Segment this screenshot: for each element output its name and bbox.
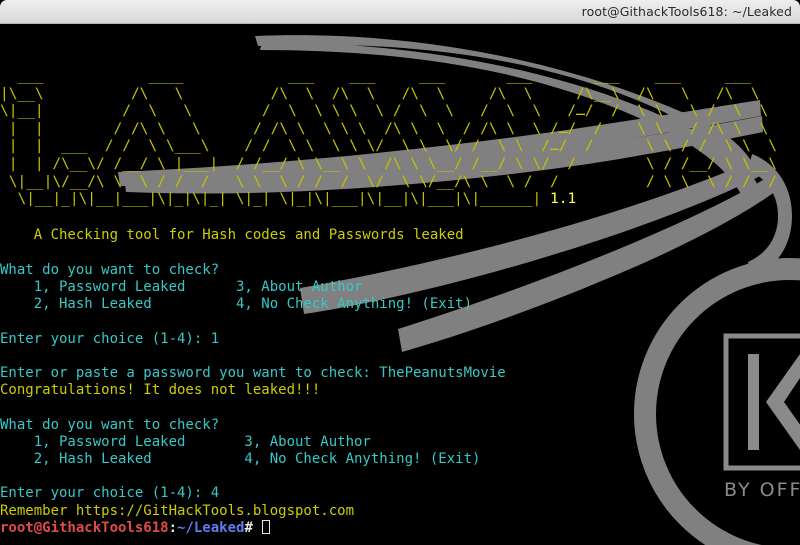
ascii-banner-art: ___ ____ ___ ___ ___ ___ ___ ___ ___ |\_… — [0, 68, 777, 208]
banner-version: 1.1 — [549, 191, 577, 208]
prompt-user-host: root@GithackTools618 — [0, 519, 169, 536]
titlebar[interactable]: root@GithackTools618: ~/Leaked — [0, 0, 800, 24]
blank-1 — [0, 314, 506, 331]
blank-2 — [0, 348, 506, 365]
terminal-body[interactable]: BY OFF ___ ____ ___ ___ ___ ___ ___ ___ … — [0, 24, 800, 545]
menu-2-row-1: 1, Password Leaked 3, About Author — [0, 433, 371, 450]
remember-line: Remember https://GitHackTools.blogspot.c… — [0, 502, 355, 519]
session-output: What do you want to check? 1, Password L… — [0, 262, 506, 537]
terminal-screen: ___ ____ ___ ___ ___ ___ ___ ___ ___ |\_… — [0, 24, 800, 545]
window-title: root@GithackTools618: ~/Leaked — [581, 4, 792, 19]
menu-1-row-1: 1, Password Leaked 3, About Author — [0, 279, 363, 296]
menu-2-row-2: 2, Hash Leaked 4, No Check Anything! (Ex… — [0, 451, 481, 468]
prompt-question-1: What do you want to check? — [0, 262, 220, 278]
ascii-banner: ___ ____ ___ ___ ___ ___ ___ ___ ___ |\_… — [0, 68, 777, 209]
result-message: Congratulations! It does not leaked!!! — [0, 382, 321, 399]
blank-4 — [0, 468, 506, 485]
choice-2: Enter your choice (1-4): 4 — [0, 485, 220, 502]
banner-tagline: A Checking tool for Hash codes and Passw… — [0, 227, 464, 243]
choice-1: Enter your choice (1-4): 1 — [0, 330, 220, 347]
shell-prompt-line[interactable]: root@GithackTools618:~/Leaked# — [0, 519, 506, 537]
menu-1-row-2: 2, Hash Leaked 4, No Check Anything! (Ex… — [0, 296, 473, 313]
blank-3 — [0, 400, 506, 417]
prompt-separator: : — [168, 519, 178, 536]
prompt-symbol: # — [244, 519, 253, 536]
terminal-window: root@GithackTools618: ~/Leaked BY OFF __… — [0, 0, 800, 545]
prompt-question-2: What do you want to check? — [0, 416, 220, 433]
prompt-path: ~/Leaked — [177, 519, 245, 536]
password-prompt: Enter or paste a password you want to ch… — [0, 365, 506, 382]
terminal-cursor[interactable] — [262, 519, 271, 534]
